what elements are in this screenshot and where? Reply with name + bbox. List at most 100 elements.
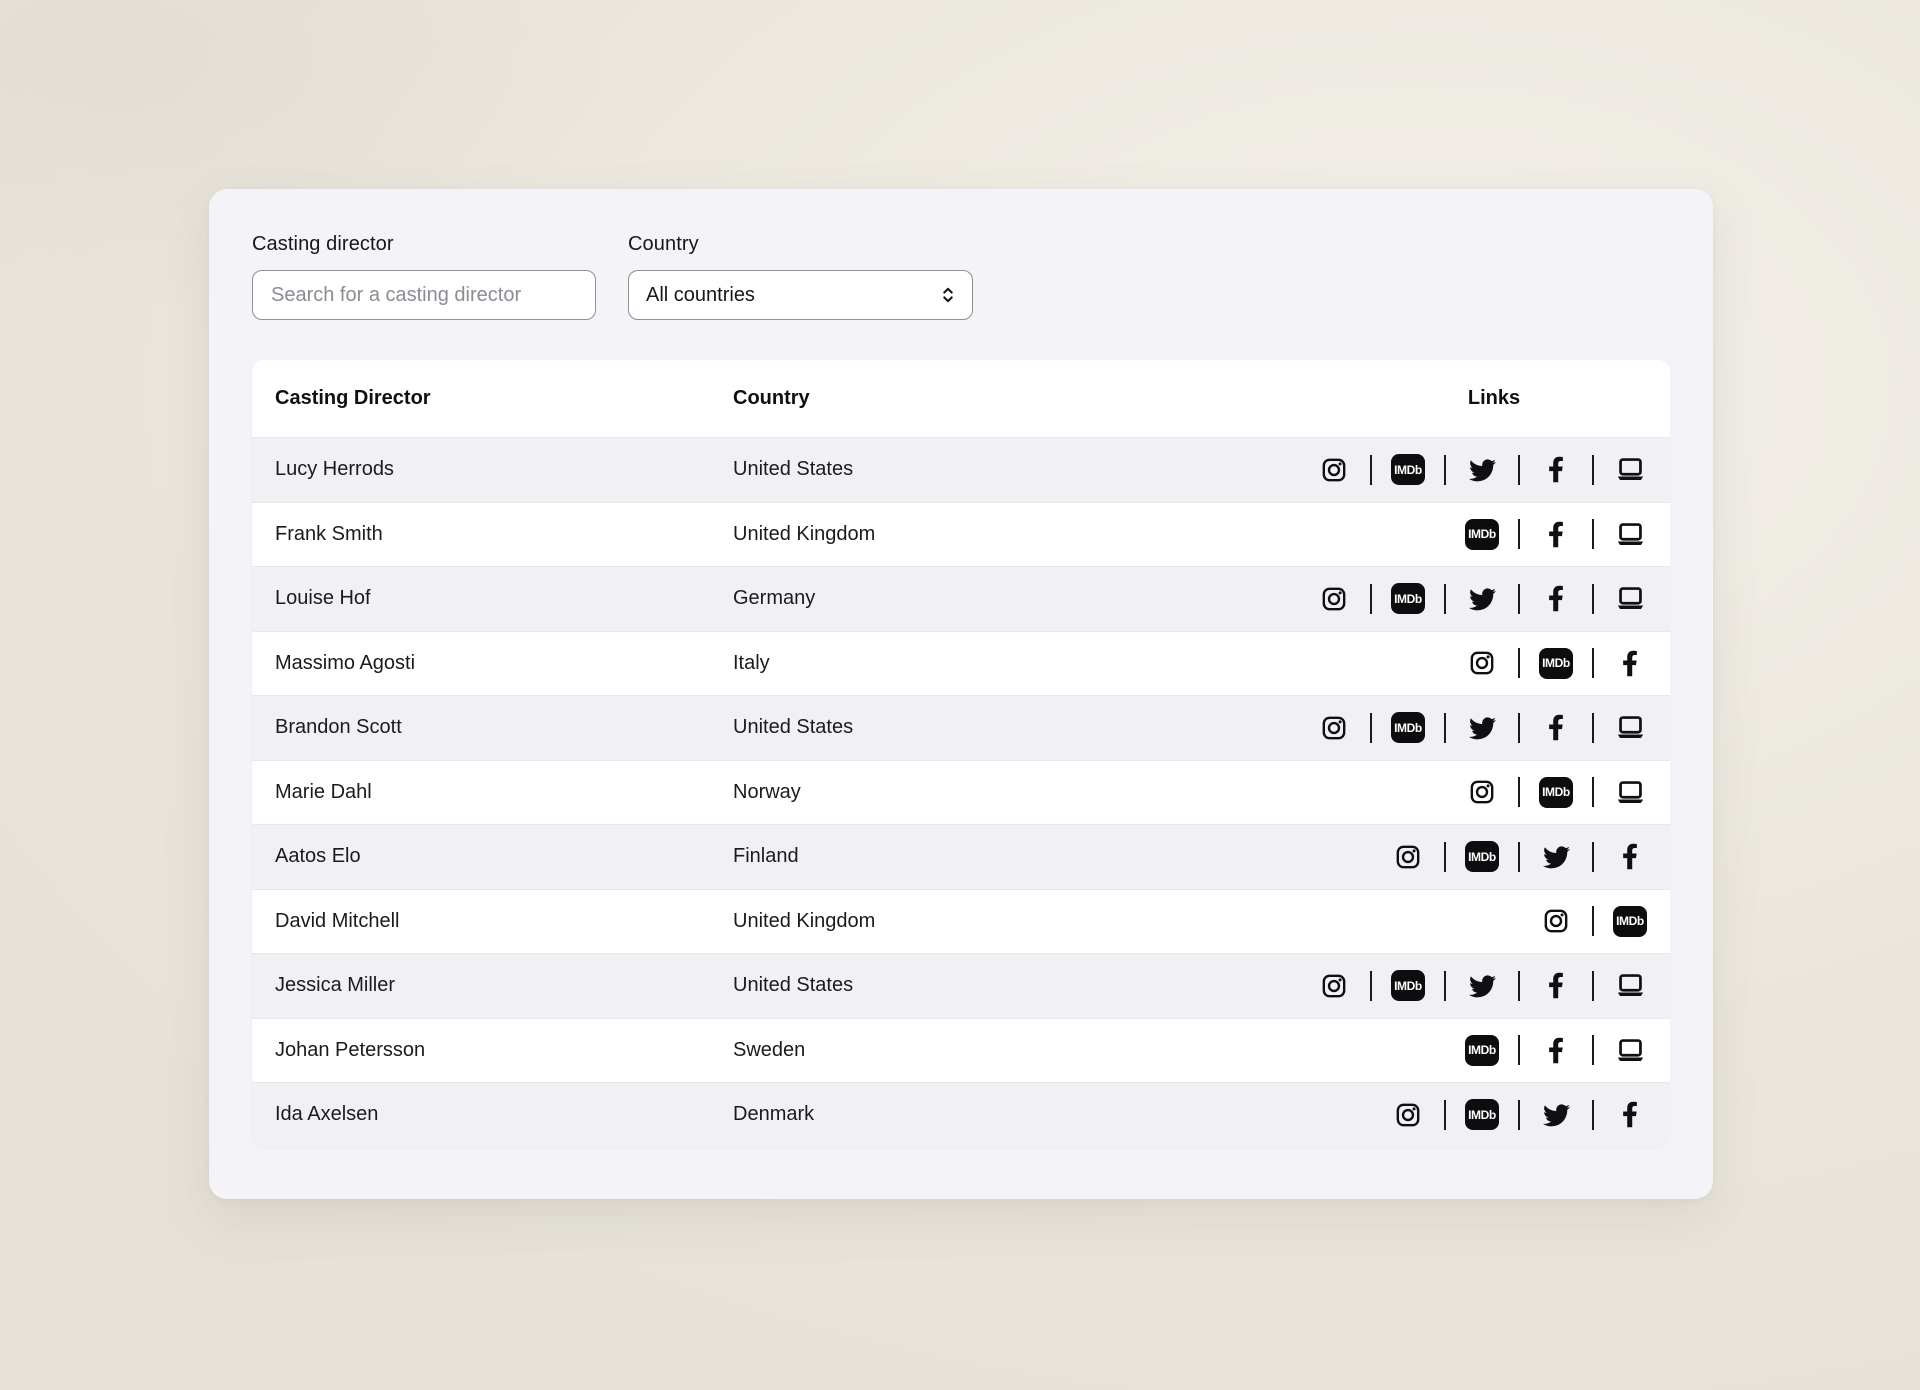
link-divider (1518, 648, 1520, 678)
link-divider (1444, 455, 1446, 485)
filter-bar: Casting director Country All countries (252, 233, 973, 320)
links-cell: IMDb (1287, 1033, 1647, 1067)
imdb-icon[interactable]: IMDb (1391, 969, 1425, 1003)
imdb-icon[interactable]: IMDb (1465, 1033, 1499, 1067)
link-divider (1518, 777, 1520, 807)
director-name-cell: Ida Axelsen (275, 1103, 733, 1126)
country-cell: Norway (733, 781, 1287, 804)
facebook-icon[interactable] (1539, 517, 1573, 551)
country-cell: Italy (733, 652, 1287, 675)
country-select[interactable]: All countries (628, 270, 973, 320)
director-name-cell: David Mitchell (275, 910, 733, 933)
table-row: Ida AxelsenDenmarkIMDb (252, 1082, 1670, 1147)
link-divider (1370, 584, 1372, 614)
country-cell: Sweden (733, 1039, 1287, 1062)
twitter-icon[interactable] (1465, 453, 1499, 487)
website-icon[interactable] (1613, 775, 1647, 809)
header-links: Links (1287, 387, 1647, 410)
imdb-icon[interactable]: IMDb (1539, 646, 1573, 680)
link-divider (1592, 971, 1594, 1001)
imdb-icon[interactable]: IMDb (1539, 775, 1573, 809)
website-icon[interactable] (1613, 453, 1647, 487)
instagram-icon[interactable] (1317, 969, 1351, 1003)
website-icon[interactable] (1613, 582, 1647, 616)
facebook-icon[interactable] (1613, 840, 1647, 874)
country-cell: United States (733, 974, 1287, 997)
instagram-icon[interactable] (1317, 711, 1351, 745)
website-icon[interactable] (1613, 1033, 1647, 1067)
table-row: Louise HofGermanyIMDb (252, 566, 1670, 631)
links-cell: IMDb (1287, 904, 1647, 938)
instagram-icon[interactable] (1465, 775, 1499, 809)
website-icon[interactable] (1613, 969, 1647, 1003)
links-cell: IMDb (1287, 646, 1647, 680)
imdb-icon[interactable]: IMDb (1391, 453, 1425, 487)
table-row: David MitchellUnited KingdomIMDb (252, 889, 1670, 954)
facebook-icon[interactable] (1539, 453, 1573, 487)
link-divider (1592, 455, 1594, 485)
instagram-icon[interactable] (1391, 840, 1425, 874)
link-divider (1518, 842, 1520, 872)
director-name-cell: Massimo Agosti (275, 652, 733, 675)
facebook-icon[interactable] (1539, 711, 1573, 745)
table-row: Massimo AgostiItaly IMDb (252, 631, 1670, 696)
country-cell: Finland (733, 845, 1287, 868)
twitter-icon[interactable] (1539, 1098, 1573, 1132)
links-cell: IMDb (1287, 775, 1647, 809)
director-filter-field: Casting director (252, 233, 596, 320)
link-divider (1592, 713, 1594, 743)
facebook-icon[interactable] (1613, 646, 1647, 680)
imdb-icon[interactable]: IMDb (1613, 904, 1647, 938)
imdb-icon[interactable]: IMDb (1391, 582, 1425, 616)
links-cell: IMDb (1287, 840, 1647, 874)
link-divider (1518, 971, 1520, 1001)
link-divider (1592, 1100, 1594, 1130)
link-divider (1592, 519, 1594, 549)
facebook-icon[interactable] (1539, 1033, 1573, 1067)
facebook-icon[interactable] (1539, 582, 1573, 616)
country-cell: United States (733, 716, 1287, 739)
director-name-cell: Louise Hof (275, 587, 733, 610)
directory-card: Casting director Country All countries C… (209, 189, 1713, 1199)
twitter-icon[interactable] (1539, 840, 1573, 874)
link-divider (1518, 519, 1520, 549)
link-divider (1444, 584, 1446, 614)
website-icon[interactable] (1613, 517, 1647, 551)
links-cell: IMDb (1287, 1098, 1647, 1132)
instagram-icon[interactable] (1539, 904, 1573, 938)
link-divider (1592, 906, 1594, 936)
director-name-cell: Lucy Herrods (275, 458, 733, 481)
links-cell: IMDb (1287, 517, 1647, 551)
link-divider (1444, 713, 1446, 743)
link-divider (1518, 1035, 1520, 1065)
imdb-icon[interactable]: IMDb (1465, 517, 1499, 551)
imdb-icon[interactable]: IMDb (1465, 840, 1499, 874)
twitter-icon[interactable] (1465, 711, 1499, 745)
website-icon[interactable] (1613, 711, 1647, 745)
instagram-icon[interactable] (1391, 1098, 1425, 1132)
link-divider (1370, 971, 1372, 1001)
director-name-cell: Aatos Elo (275, 845, 733, 868)
table-row: Aatos EloFinland IMDb (252, 824, 1670, 889)
casting-directors-table: Casting Director Country Links Lucy Herr… (252, 360, 1670, 1147)
twitter-icon[interactable] (1465, 969, 1499, 1003)
casting-director-label: Casting director (252, 233, 596, 256)
facebook-icon[interactable] (1613, 1098, 1647, 1132)
link-divider (1444, 971, 1446, 1001)
link-divider (1592, 777, 1594, 807)
imdb-icon[interactable]: IMDb (1465, 1098, 1499, 1132)
links-cell: IMDb (1287, 453, 1647, 487)
instagram-icon[interactable] (1465, 646, 1499, 680)
facebook-icon[interactable] (1539, 969, 1573, 1003)
links-cell: IMDb (1287, 711, 1647, 745)
twitter-icon[interactable] (1465, 582, 1499, 616)
search-input[interactable] (252, 270, 596, 320)
instagram-icon[interactable] (1317, 582, 1351, 616)
instagram-icon[interactable] (1317, 453, 1351, 487)
imdb-icon[interactable]: IMDb (1391, 711, 1425, 745)
table-header-row: Casting Director Country Links (252, 360, 1670, 437)
link-divider (1518, 455, 1520, 485)
director-name-cell: Jessica Miller (275, 974, 733, 997)
link-divider (1592, 842, 1594, 872)
header-country: Country (733, 387, 1287, 410)
